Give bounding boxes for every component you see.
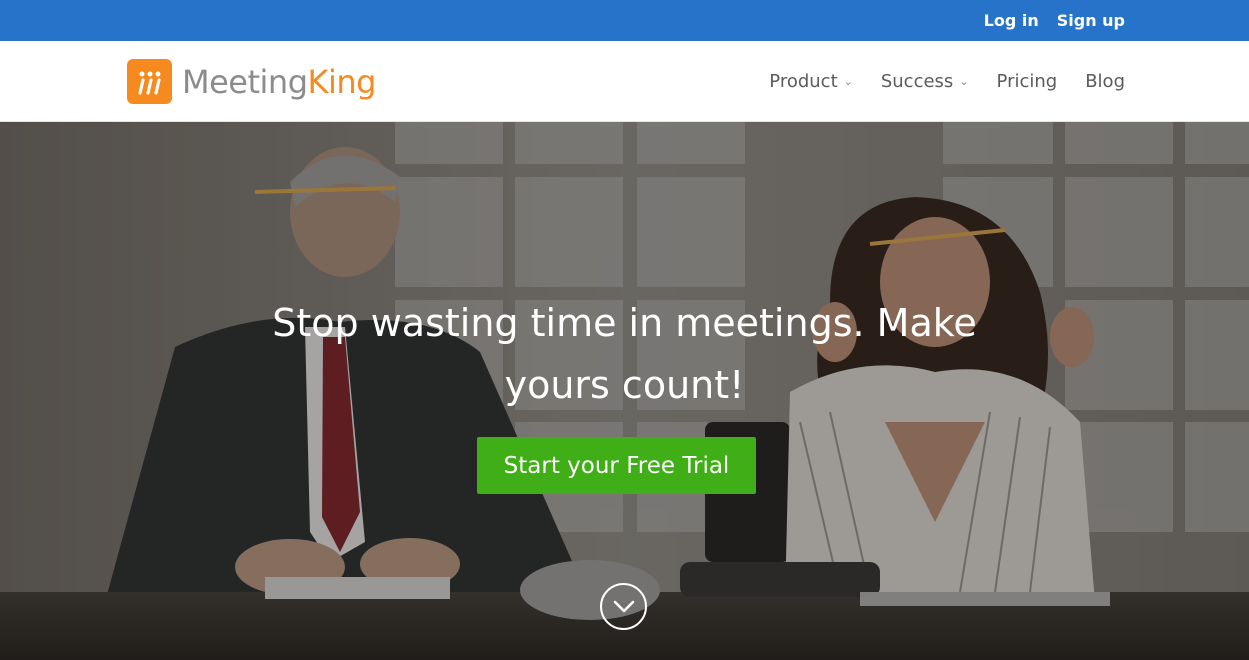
login-link[interactable]: Log in (984, 11, 1039, 30)
nav-item-product[interactable]: Product ⌄ (769, 71, 853, 92)
hero-headline-line2: yours count! (504, 363, 745, 407)
brand-name: MeetingKing (182, 63, 376, 101)
start-free-trial-button[interactable]: Start your Free Trial (477, 437, 756, 494)
hero-section: Stop wasting time in meetings. Make your… (0, 122, 1249, 660)
scroll-down-button[interactable] (600, 583, 647, 630)
chevron-down-icon: ⌄ (843, 74, 853, 88)
nav-item-pricing[interactable]: Pricing (997, 71, 1058, 92)
chevron-down-icon: ⌄ (959, 74, 969, 88)
brand-name-part1: Meeting (182, 62, 308, 101)
hero-headline-line1: Stop wasting time in meetings. Make (272, 301, 977, 345)
logo-mark-icon (127, 59, 172, 104)
nav-item-label: Blog (1085, 70, 1125, 92)
brand-name-part2: King (307, 62, 377, 101)
brand-logo[interactable]: MeetingKing (127, 59, 376, 104)
nav-item-success[interactable]: Success ⌄ (881, 71, 969, 92)
primary-menu: Product ⌄ Success ⌄ Pricing Blog (769, 41, 1125, 121)
nav-item-label: Success (880, 70, 954, 92)
logo-m-glyph (137, 71, 161, 95)
top-bar: Log in Sign up (0, 0, 1249, 41)
account-links: Log in Sign up (984, 0, 1125, 41)
nav-item-label: Pricing (996, 70, 1058, 92)
nav-item-blog[interactable]: Blog (1085, 71, 1125, 92)
chevron-down-icon (613, 600, 634, 612)
nav-item-label: Product (769, 70, 838, 92)
hero-headline: Stop wasting time in meetings. Make your… (0, 292, 1249, 416)
signup-link[interactable]: Sign up (1057, 11, 1125, 30)
main-navbar: MeetingKing Product ⌄ Success ⌄ Pricing … (0, 41, 1249, 122)
